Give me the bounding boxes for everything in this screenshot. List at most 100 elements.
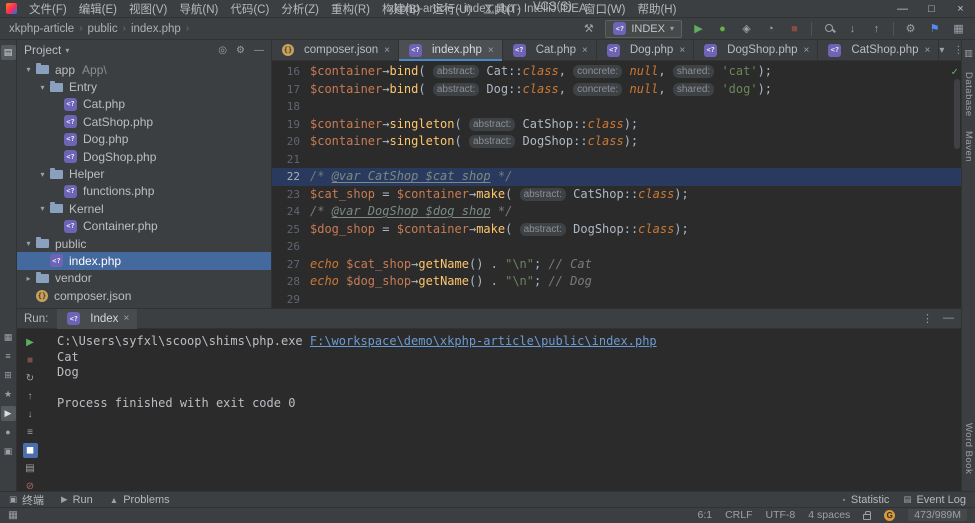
vcs-update-icon[interactable]: ↓ [845,21,860,37]
console-file-link[interactable]: F:\workspace\demo\xkphp-article\public\i… [310,334,657,348]
code-line[interactable]: 25$dog_shop = $container→make( abstract:… [272,221,961,239]
code-line[interactable]: 16$container→bind( abstract: Cat::class,… [272,63,961,81]
code-editor[interactable]: 16$container→bind( abstract: Cat::class,… [272,61,961,308]
close-icon[interactable]: × [679,45,685,56]
line-number[interactable]: 18 [272,98,310,116]
settings-gear-icon[interactable]: ⚙ [903,21,918,37]
tree-item-public[interactable]: ▾public [17,235,271,252]
line-separator[interactable]: CRLF [725,509,752,521]
indent-setting[interactable]: 4 spaces [808,509,850,521]
code-line[interactable]: 17$container→bind( abstract: Dog::class,… [272,81,961,99]
tree-item-app[interactable]: ▾appApp\ [17,61,271,78]
chevron-right-icon[interactable]: ▸ [23,274,34,283]
coverage-icon[interactable]: ◈ [739,21,754,37]
maximize-icon[interactable]: □ [917,0,946,18]
project-tool-button[interactable]: ▤ [1,45,16,60]
frame-down-icon[interactable]: ↓ [23,407,38,422]
todo-tool-button[interactable]: ≡ [1,349,16,364]
memory-indicator[interactable]: 473/989M [908,509,967,521]
version-control-tool-button[interactable]: ▦ [1,330,16,345]
tab-dogshop-php[interactable]: DogShop.php× [694,40,818,60]
stop-icon[interactable]: ■ [787,21,802,37]
hide-panel-icon[interactable]: — [254,45,264,56]
close-icon[interactable]: × [582,45,588,56]
breadcrumb-item-xkphp-article[interactable]: xkphp-article [9,23,74,35]
chevron-down-icon[interactable]: ▾ [37,170,48,179]
line-number[interactable]: 24 [272,203,310,221]
close-icon[interactable]: × [925,45,931,56]
print-icon[interactable]: ▤ [23,461,38,476]
line-number[interactable]: 16 [272,63,310,81]
tree-item-catshop-php[interactable]: CatShop.php [17,113,271,130]
more-icon[interactable]: ⋮ [922,312,933,325]
run-tab-index[interactable]: Index× [57,309,137,329]
line-number[interactable]: 26 [272,238,310,256]
breadcrumb-item-index-php[interactable]: index.php [131,23,181,35]
line-number[interactable]: 20 [272,133,310,151]
inspection-ok-icon[interactable]: ✓ [951,63,958,81]
tree-item-vendor[interactable]: ▸vendor [17,270,271,287]
tool-windows-icon[interactable]: ▦ [951,21,966,37]
chevron-down-icon[interactable]: ▾ [37,83,48,92]
statistic-item[interactable]: ◔Statistic [841,494,890,506]
settings-gear-icon[interactable]: ⚙ [236,45,245,56]
debug-tool-button[interactable]: ● [1,425,16,440]
code-line[interactable]: 27echo $cat_shop→getName() . "\n"; // Ca… [272,256,961,274]
tab-index-php[interactable]: index.php× [399,40,503,60]
favorites-tool-button[interactable]: ★ [1,387,16,402]
line-number[interactable]: 19 [272,116,310,134]
search-everywhere-icon[interactable] [821,21,836,37]
menu-item-帮助-h[interactable]: 帮助(H) [631,1,682,17]
menu-item-编辑-e[interactable]: 编辑(E) [73,1,123,17]
close-icon[interactable]: × [123,313,129,324]
code-line[interactable]: 26 [272,238,961,256]
tree-item-cat-php[interactable]: Cat.php [17,96,271,113]
line-number[interactable]: 29 [272,291,310,309]
project-panel-title[interactable]: Project [24,43,61,57]
bookmark-flag-icon[interactable]: ⚑ [927,21,942,37]
build-hammer-icon[interactable]: ⚒ [581,21,596,37]
tool-window-button-maven[interactable]: Maven [963,131,974,162]
code-line[interactable]: 28echo $dog_shop→getName() . "\n"; // Do… [272,273,961,291]
menu-item-导航-n[interactable]: 导航(N) [173,1,224,17]
line-number[interactable]: 23 [272,186,310,204]
notifications-icon[interactable]: ▥ [961,46,975,61]
tool-window-button-word-book[interactable]: Word Book [963,423,974,474]
close-icon[interactable]: × [804,45,810,56]
code-line[interactable]: 29 [272,291,961,309]
readonly-lock-icon[interactable] [863,514,871,520]
tree-item-composer-json[interactable]: composer.json [17,287,271,304]
tree-item-functions-php[interactable]: functions.php [17,183,271,200]
close-icon[interactable]: × [488,45,494,56]
hide-panel-icon[interactable]: — [943,312,954,325]
tab-dog-php[interactable]: Dog.php× [597,40,694,60]
pin-tab-icon[interactable]: ◼ [23,443,38,458]
restart-icon[interactable]: ↻ [23,371,38,386]
chevron-down-icon[interactable]: ▾ [23,65,34,74]
tab-cat-php[interactable]: Cat.php× [503,40,597,60]
run-config-select[interactable]: INDEX▾ [605,20,682,38]
chevron-down-icon[interactable]: ▾ [23,239,34,248]
line-number[interactable]: 17 [272,81,310,99]
run-console[interactable]: C:\Users\syfxl\scoop\shims\php.exe F:\wo… [43,329,961,491]
stop-run-icon[interactable]: ■ [23,353,38,368]
code-line[interactable]: 19$container→singleton( abstract: CatSho… [272,116,961,134]
minimize-icon[interactable]: — [888,0,917,18]
tool-window-button-database[interactable]: Database [963,72,974,117]
locate-icon[interactable]: ◎ [218,45,227,56]
menu-item-视图-v[interactable]: 视图(V) [123,1,173,17]
toolwindow-switcher-icon[interactable]: ▦ [8,509,18,521]
code-line[interactable]: 20$container→singleton( abstract: DogSho… [272,133,961,151]
code-line[interactable]: 21 [272,151,961,169]
code-line[interactable]: 23$cat_shop = $container→make( abstract:… [272,186,961,204]
chevron-down-icon[interactable]: ▾ [37,204,48,213]
tree-item-dogshop-php[interactable]: DogShop.php [17,148,271,165]
debug-icon[interactable]: ● [715,21,730,37]
line-number[interactable]: 27 [272,256,310,274]
menu-item-文件-f[interactable]: 文件(F) [23,1,73,17]
scrollbar-thumb[interactable] [954,79,960,149]
problems-tool-item[interactable]: ▲Problems [110,494,170,506]
line-number[interactable]: 28 [272,273,310,291]
chevron-down-icon[interactable]: ▾ [65,46,69,55]
code-line[interactable]: 18 [272,98,961,116]
